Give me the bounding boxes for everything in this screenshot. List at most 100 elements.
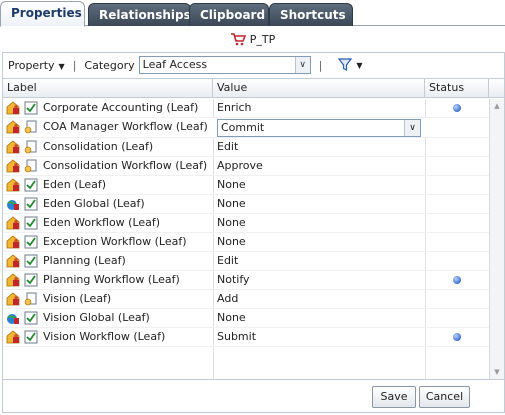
save-button[interactable]: Save [372, 386, 416, 408]
row-label: Vision Global (Leaf) [43, 311, 150, 324]
value-cell[interactable]: None [217, 233, 423, 252]
label-cell: Consolidation Workflow (Leaf) [3, 157, 213, 176]
status-cell [425, 271, 489, 290]
vertical-scrollbar[interactable]: ▲ ▼ [489, 99, 504, 379]
status-dot-icon [453, 276, 461, 284]
label-cell: Eden Workflow (Leaf) [3, 214, 213, 233]
label-cell: Exception Workflow (Leaf) [3, 233, 213, 252]
scroll-up-icon[interactable]: ▲ [490, 99, 504, 113]
document-icon [24, 292, 38, 306]
chevron-down-icon[interactable]: ∨ [294, 57, 310, 73]
folder-lock-icon [6, 273, 20, 287]
label-cell: Eden (Leaf) [3, 176, 213, 195]
value-cell[interactable]: Add [217, 290, 423, 309]
scroll-down-icon[interactable]: ▼ [490, 365, 504, 379]
table-row[interactable]: Planning Workflow (Leaf) Notify [3, 271, 489, 290]
folder-lock-icon [6, 254, 20, 268]
folder-lock-icon [6, 292, 20, 306]
globe-lock-icon [6, 311, 20, 325]
column-label[interactable]: Label [3, 79, 213, 98]
checkbox-icon [24, 101, 38, 115]
property-menu[interactable]: Property ▼ [8, 59, 65, 72]
row-label: Vision Workflow (Leaf) [43, 330, 166, 343]
table-row[interactable]: Exception Workflow (Leaf) None [3, 233, 489, 252]
row-label: Eden Global (Leaf) [43, 197, 145, 210]
tab-properties[interactable]: Properties [0, 1, 85, 27]
value-cell[interactable]: None [217, 176, 423, 195]
value-cell[interactable]: Edit [217, 252, 423, 271]
tab-clipboard[interactable]: Clipboard [189, 3, 269, 26]
table-row[interactable]: Eden (Leaf) None [3, 176, 489, 195]
value-select[interactable]: Commit ∨ [217, 119, 421, 137]
checkbox-icon [24, 254, 38, 268]
chevron-down-icon: ▼ [58, 61, 65, 71]
document-icon [24, 159, 38, 173]
toolbar: Property ▼ | Category Leaf Access ∨ | ▼ [3, 53, 504, 77]
row-label: Consolidation Workflow (Leaf) [43, 159, 208, 172]
properties-panel: Property ▼ | Category Leaf Access ∨ | ▼ L… [2, 52, 505, 413]
value-cell[interactable]: Submit [217, 328, 423, 347]
filter-menu-chevron-icon[interactable]: ▼ [356, 61, 362, 70]
row-label: Corporate Accounting (Leaf) [43, 101, 199, 114]
checkbox-icon [24, 216, 38, 230]
status-cell [425, 233, 489, 252]
row-label: COA Manager Workflow (Leaf) [43, 120, 208, 133]
label-cell: Vision Workflow (Leaf) [3, 328, 213, 347]
value-cell[interactable]: Approve [217, 157, 423, 176]
table-row[interactable]: Vision (Leaf) Add [3, 290, 489, 309]
label-cell: Vision (Leaf) [3, 290, 213, 309]
status-cell [425, 309, 489, 328]
table-row[interactable]: Vision Workflow (Leaf) Submit [3, 328, 489, 347]
value-cell[interactable]: Edit [217, 138, 423, 157]
chevron-down-icon[interactable]: ∨ [404, 120, 420, 136]
value-cell[interactable]: None [217, 214, 423, 233]
status-cell [425, 290, 489, 309]
column-value[interactable]: Value [213, 79, 425, 98]
table-row[interactable]: COA Manager Workflow (Leaf) Commit ∨ [3, 118, 489, 138]
category-select[interactable]: Leaf Access ∨ [138, 56, 311, 74]
table-row[interactable]: Eden Global (Leaf) None [3, 195, 489, 214]
status-cell [425, 176, 489, 195]
table-row[interactable]: Consolidation (Leaf) Edit [3, 138, 489, 157]
value-cell[interactable]: None [217, 309, 423, 328]
globe-lock-icon [6, 197, 20, 211]
cancel-button[interactable]: Cancel [419, 386, 470, 408]
status-dot-icon [453, 104, 461, 112]
filter-icon[interactable] [338, 58, 353, 72]
document-icon [24, 140, 38, 154]
status-cell [425, 195, 489, 214]
table-row[interactable]: Vision Global (Leaf) None [3, 309, 489, 328]
node-title: P_TP [249, 32, 276, 46]
folder-lock-icon [6, 140, 20, 154]
table-header: Label Value Status [3, 79, 504, 98]
folder-lock-icon [6, 216, 20, 230]
label-cell: COA Manager Workflow (Leaf) [3, 118, 213, 137]
status-cell [425, 99, 489, 118]
folder-lock-icon [6, 120, 20, 134]
row-label: Planning (Leaf) [43, 254, 126, 267]
tab-shortcuts[interactable]: Shortcuts [269, 3, 353, 26]
checkbox-icon [24, 311, 38, 325]
value-cell[interactable]: Notify [217, 271, 423, 290]
row-label: Planning Workflow (Leaf) [43, 273, 180, 286]
folder-lock-icon [6, 330, 20, 344]
status-dot-icon [453, 333, 461, 341]
tab-relationships[interactable]: Relationships [88, 3, 191, 26]
table-row[interactable]: Corporate Accounting (Leaf) Enrich [3, 99, 489, 118]
table-body: Corporate Accounting (Leaf) Enrich COA Man… [3, 99, 489, 347]
table-row[interactable]: Eden Workflow (Leaf) None [3, 214, 489, 233]
table-row[interactable]: Consolidation Workflow (Leaf) Approve [3, 157, 489, 176]
tab-strip: Properties Relationships Clipboard Short… [0, 0, 505, 27]
checkbox-icon [24, 178, 38, 192]
value-cell[interactable]: Enrich [217, 99, 423, 118]
status-cell [425, 118, 489, 137]
value-cell[interactable]: None [217, 195, 423, 214]
row-label: Exception Workflow (Leaf) [43, 235, 187, 248]
toolbar-separator: | [318, 58, 323, 72]
column-status[interactable]: Status [425, 79, 489, 98]
table-row[interactable]: Planning (Leaf) Edit [3, 252, 489, 271]
shopping-cart-icon [230, 33, 246, 46]
row-label: Eden (Leaf) [43, 178, 107, 191]
status-cell [425, 328, 489, 347]
status-cell [425, 157, 489, 176]
